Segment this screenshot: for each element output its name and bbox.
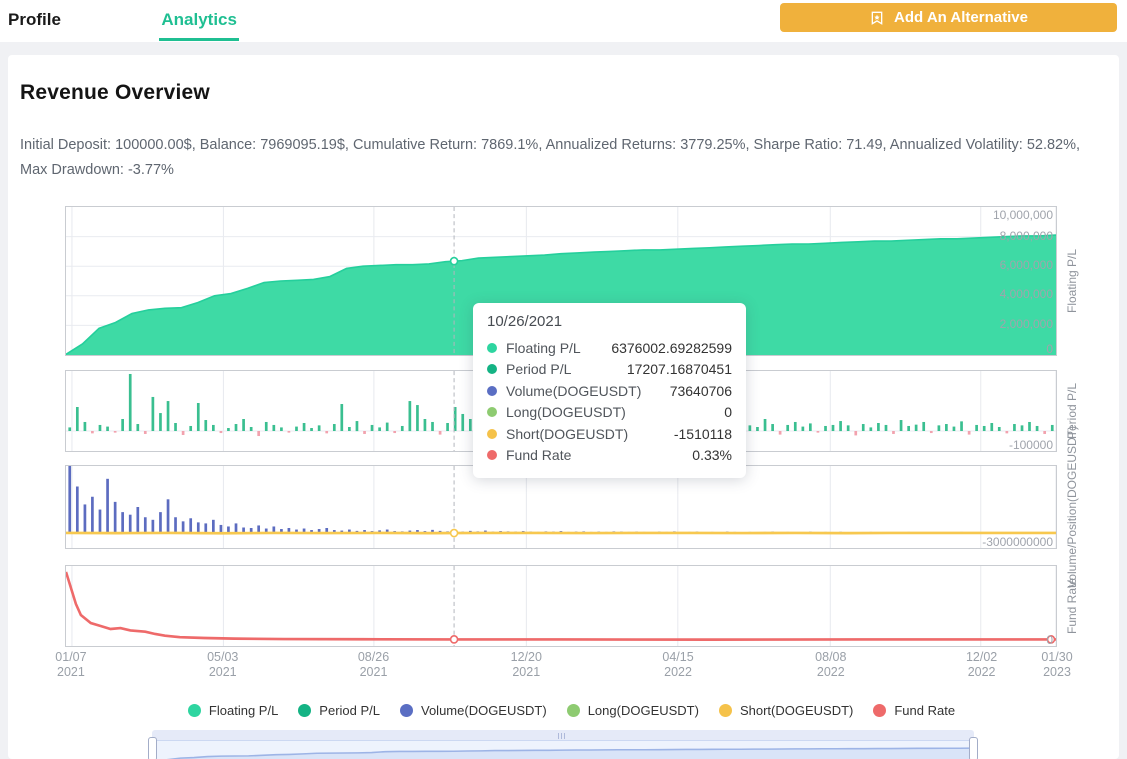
legend-item-short[interactable]: Short(DOGEUSDT) bbox=[718, 703, 853, 718]
legend-item-fund-rate[interactable]: Fund Rate bbox=[873, 703, 955, 718]
tooltip-row: Short(DOGEUSDT) -1510118 bbox=[487, 423, 732, 445]
tab-profile[interactable]: Profile bbox=[8, 0, 61, 40]
data-zoom-right-handle[interactable] bbox=[969, 736, 978, 759]
legend-dot bbox=[187, 703, 201, 717]
hover-marker bbox=[449, 634, 459, 644]
series-dot bbox=[487, 385, 497, 396]
legend-dot bbox=[400, 703, 413, 717]
data-zoom-left-handle[interactable] bbox=[148, 736, 157, 759]
chart-tooltip: 10/26/2021 Floating P/L 6376002.69282599 … bbox=[473, 302, 746, 478]
series-dot bbox=[487, 407, 497, 417]
stats-summary: Initial Deposit: 100000.00$, Balance: 79… bbox=[20, 137, 1081, 179]
y-axis-label: 0 bbox=[1046, 341, 1053, 356]
y-axis-label: -100000 bbox=[1008, 437, 1053, 452]
x-axis-tick-label: 05/03 2021 bbox=[207, 649, 239, 679]
y-axis-label: 2,000,000 bbox=[999, 316, 1053, 331]
series-dot bbox=[487, 342, 497, 353]
y-axis-label: 8,000,000 bbox=[999, 228, 1053, 243]
volume-position-canvas bbox=[66, 465, 1056, 548]
x-axis-tick-label: 01/30 2023 bbox=[1041, 649, 1073, 679]
tooltip-row: Period P/L 17207.16870451 bbox=[487, 358, 732, 380]
fund-rate-panel[interactable]: 0 bbox=[65, 564, 1057, 647]
hover-marker bbox=[449, 256, 459, 266]
axis-name-fund-rate: Fund Rate bbox=[1065, 577, 1080, 634]
revenue-overview-card: Revenue Overview Initial Deposit: 100000… bbox=[8, 55, 1119, 759]
series-dot bbox=[487, 428, 497, 439]
y-axis-label: 10,000,000 bbox=[992, 207, 1053, 222]
series-dot bbox=[487, 450, 497, 460]
page-title: Revenue Overview bbox=[20, 81, 210, 104]
x-axis-tick-label: 08/26 2021 bbox=[357, 649, 390, 679]
data-zoom-grip-icon[interactable] bbox=[558, 732, 568, 739]
hover-marker bbox=[449, 528, 459, 538]
tooltip-row: Long(DOGEUSDT) 0 bbox=[487, 401, 732, 423]
axis-name-floating-pl: Floating P/L bbox=[1065, 248, 1080, 313]
data-zoom-mini-chart bbox=[163, 747, 973, 759]
series-dot bbox=[487, 364, 497, 374]
x-axis-tick-label: 08/08 2022 bbox=[815, 649, 847, 679]
bookmark-star-icon bbox=[871, 11, 883, 25]
y-axis-label: 6,000,000 bbox=[999, 258, 1053, 273]
add-button-label: Add An Alternative bbox=[894, 9, 1028, 26]
fund-rate-canvas bbox=[66, 565, 1056, 646]
x-axis-tick-label: 12/20 2021 bbox=[510, 649, 542, 679]
legend-dot bbox=[298, 703, 312, 717]
add-an-alternative-button[interactable]: Add An Alternative bbox=[780, 3, 1117, 32]
legend-item-volume[interactable]: Volume(DOGEUSDT) bbox=[400, 703, 547, 718]
x-axis-tick-label: 01/07 2021 bbox=[55, 649, 87, 679]
y-axis-label: 0 bbox=[1046, 632, 1053, 647]
tooltip-row: Floating P/L 6376002.69282599 bbox=[487, 337, 732, 359]
legend-dot bbox=[566, 703, 580, 717]
tab-analytics[interactable]: Analytics bbox=[159, 0, 239, 41]
data-zoom-preview[interactable] bbox=[152, 739, 974, 759]
legend-dot bbox=[873, 703, 887, 717]
y-axis-label: -3000000000 bbox=[982, 534, 1053, 549]
x-axis-tick-label: 04/15 2022 bbox=[662, 649, 694, 679]
legend-item-period-pl[interactable]: Period P/L bbox=[298, 703, 380, 718]
y-axis-label: 4,000,000 bbox=[999, 287, 1053, 302]
tooltip-row: Volume(DOGEUSDT) 73640706 bbox=[487, 380, 732, 402]
chart-legend: Floating P/L Period P/L Volume(DOGEUSDT)… bbox=[8, 703, 1127, 718]
x-axis-tick-label: 12/02 2022 bbox=[965, 649, 998, 679]
tooltip-row: Fund Rate 0.33% bbox=[487, 444, 732, 466]
chart-region: 10,000,000 8,000,000 6,000,000 4,000,000 2,0… bbox=[8, 200, 1119, 759]
top-tab-bar: Profile Analytics Add An Alternative bbox=[0, 0, 1127, 42]
data-zoom-slider[interactable] bbox=[148, 729, 978, 759]
axis-name-volume-position: Volume/Position (DOGEUSDT) bbox=[1065, 425, 1080, 588]
legend-item-floating-pl[interactable]: Floating P/L bbox=[187, 703, 278, 718]
x-axis-labels: 01/07 2021 05/03 2021 08/26 2021 12/20 2021 04/1… bbox=[8, 650, 1127, 684]
legend-dot bbox=[718, 703, 732, 717]
tooltip-date: 10/26/2021 bbox=[487, 312, 563, 330]
legend-item-long[interactable]: Long(DOGEUSDT) bbox=[566, 703, 699, 718]
